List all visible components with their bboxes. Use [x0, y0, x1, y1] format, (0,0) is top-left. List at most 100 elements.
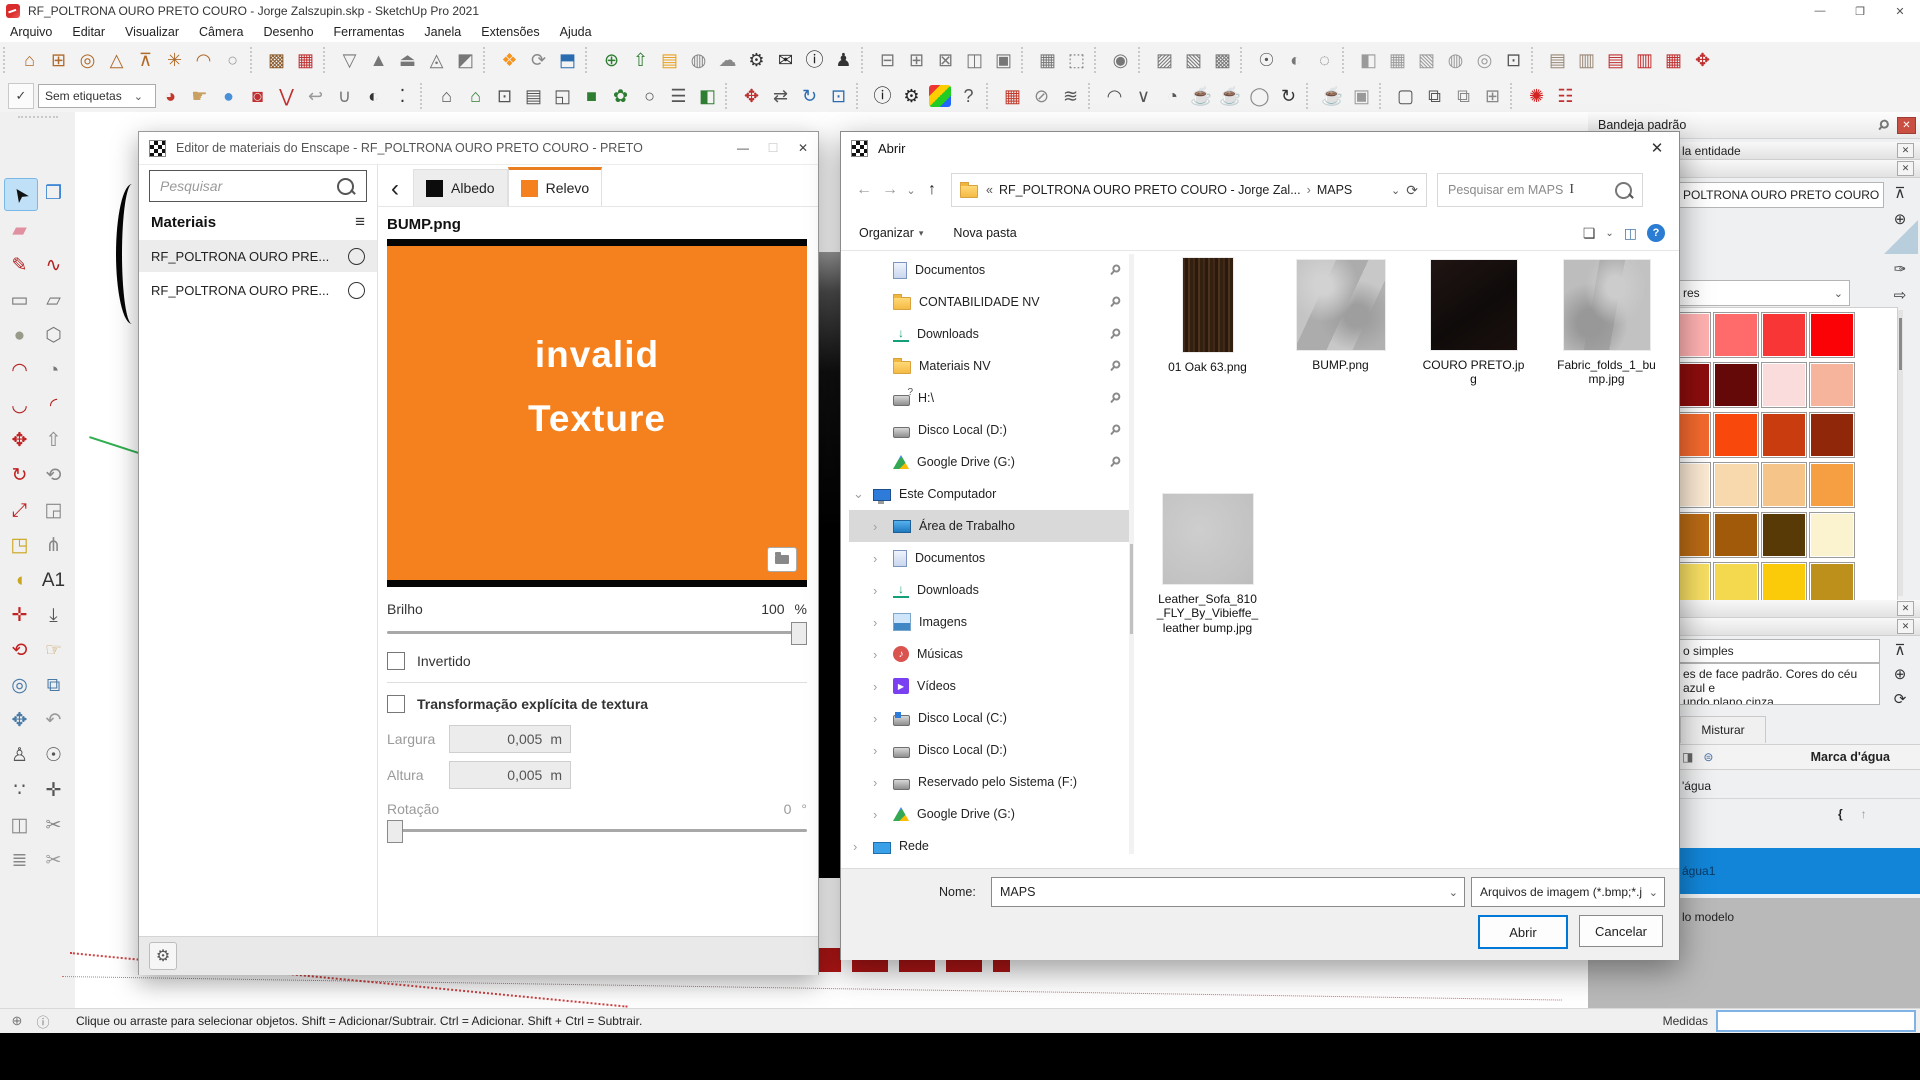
tree-chevron-icon[interactable]: › [873, 679, 889, 694]
maximize-button[interactable]: ❐ [1840, 0, 1880, 22]
grid-icon[interactable]: ▦ [1033, 45, 1062, 75]
menu-item[interactable]: Visualizar [115, 25, 189, 39]
lock-icon[interactable]: ⊞ [1478, 81, 1507, 111]
tree-item[interactable]: › Rede [849, 830, 1131, 862]
grip[interactable] [725, 83, 734, 109]
tree-item[interactable]: H:\ [849, 382, 1131, 414]
grip[interactable] [323, 47, 332, 73]
grip[interactable] [1510, 83, 1519, 109]
tree-scrollbar[interactable] [1129, 254, 1134, 854]
color-swatch[interactable] [1809, 312, 1855, 358]
add-circle-icon[interactable]: ⊕ [597, 45, 626, 75]
section-cuts-icon[interactable]: ⊞ [902, 45, 931, 75]
c-arrow-icon[interactable]: ↻ [1274, 81, 1303, 111]
color-swatch[interactable] [1713, 512, 1759, 558]
teapot-hand-icon[interactable]: ☕ [1216, 81, 1245, 111]
cloud2-icon[interactable]: ◯ [1245, 81, 1274, 111]
tray-close-button[interactable]: ✕ [1897, 117, 1916, 134]
rotation-slider-handle[interactable] [387, 820, 403, 843]
tree-chevron-icon[interactable]: › [873, 615, 889, 630]
help-icon[interactable]: ? [1647, 224, 1665, 242]
red-list-icon[interactable]: ☷ [1551, 81, 1580, 111]
leaf-icon[interactable]: ✿ [606, 81, 635, 111]
minimize-button[interactable]: — [728, 132, 758, 164]
export-arrow-icon[interactable]: ⇨ [1888, 284, 1912, 306]
elevation-icon[interactable]: ▤ [519, 81, 548, 111]
brick-move-icon[interactable]: ✥ [1688, 45, 1717, 75]
tab-albedo[interactable]: Albedo [413, 169, 508, 206]
enscape-logo-icon[interactable]: ❖ [495, 45, 524, 75]
brace-icon[interactable]: { [1838, 807, 1843, 821]
flip-icon[interactable]: ◩ [451, 45, 480, 75]
section-fill-icon[interactable]: ⊠ [931, 45, 960, 75]
color-swatch[interactable] [1809, 512, 1855, 558]
swap-icon[interactable]: ⇄ [766, 81, 795, 111]
history-chevron-icon[interactable]: ⌄ [903, 177, 919, 203]
file-item[interactable]: Leather_Sofa_810_FLY_By_Vibieffe_leather… [1141, 488, 1274, 722]
blue-sphere-icon[interactable]: ● [214, 81, 243, 111]
back-arrow-icon[interactable]: ↩ [301, 81, 330, 111]
browse-texture-button[interactable] [767, 547, 797, 572]
walk-tool[interactable]: ♙ [4, 740, 36, 771]
plan-view-icon[interactable]: ⊞ [44, 45, 73, 75]
geolocation-icon[interactable]: ⊕ [8, 1012, 26, 1030]
tree-item[interactable]: › Músicas [849, 638, 1131, 670]
color-swatch[interactable] [1809, 412, 1855, 458]
zoom-extents-tool[interactable]: ✥ [4, 705, 36, 736]
splash-icon[interactable]: ✺ [1522, 81, 1551, 111]
material-list-item[interactable]: RF_POLTRONA OURO PRE... [139, 274, 377, 306]
text-tool[interactable]: A1 [38, 565, 70, 596]
color-swatch[interactable] [1713, 412, 1759, 458]
watermark-icon-1[interactable]: ◨ [1682, 750, 1693, 764]
menu-item[interactable]: Câmera [189, 25, 253, 39]
section-cut-tool[interactable]: ✂ [38, 810, 70, 841]
brightness-slider-handle[interactable] [791, 622, 807, 645]
menu-item[interactable]: Ajuda [550, 25, 602, 39]
explicit-transform-row[interactable]: Transformação explícita de textura [387, 695, 807, 713]
file-item[interactable]: BUMP.png [1274, 254, 1407, 488]
rectangle-tool[interactable]: ▭ [4, 285, 36, 316]
circle-tool[interactable]: ● [4, 320, 36, 351]
dark-sphere-icon[interactable]: ◐ [359, 81, 388, 111]
teapot-icon[interactable]: ☕ [1187, 81, 1216, 111]
color-swatch[interactable] [1713, 362, 1759, 408]
position-camera-tool[interactable]: ∵ [4, 775, 36, 806]
view-caret-icon[interactable]: ⌄ [1605, 228, 1613, 239]
tree-chevron-icon[interactable]: › [873, 519, 889, 534]
explicit-transform-checkbox[interactable] [387, 695, 405, 713]
tree-item[interactable]: › Downloads [849, 574, 1131, 606]
list-icon[interactable]: ☰ [664, 81, 693, 111]
line-tool[interactable]: ✎ [4, 250, 36, 281]
sphere-pair-icon[interactable]: ◐ [1281, 45, 1310, 75]
zoom-box-icon[interactable]: ⊡ [824, 81, 853, 111]
pyramid-icon[interactable]: ▲ [364, 45, 393, 75]
circle-slash-icon[interactable]: ⊘ [1027, 81, 1056, 111]
grip[interactable] [1138, 47, 1147, 73]
grip[interactable] [1240, 47, 1249, 73]
grip[interactable] [856, 83, 865, 109]
iso-icon[interactable]: ◱ [548, 81, 577, 111]
axes-tool[interactable]: ✛ [4, 600, 36, 631]
material-editor-titlebar[interactable]: Editor de materiais do Enscape - RF_POLT… [139, 132, 818, 165]
width-field[interactable]: 0,005 m [449, 725, 571, 753]
tree-item[interactable]: Documentos [849, 254, 1131, 286]
polygon-tool[interactable]: ⬡ [38, 320, 70, 351]
watermark-icon-2[interactable]: ⊜ [1703, 750, 1713, 764]
cancel-button[interactable]: Cancelar [1579, 915, 1663, 947]
orbit-tool[interactable]: ⟲ [4, 635, 36, 666]
cone-icon[interactable]: △ [102, 45, 131, 75]
tree-item[interactable]: › Reservado pelo Sistema (F:) [849, 766, 1131, 798]
settings-gear-button[interactable]: ⚙ [149, 942, 177, 970]
add-detail-icon[interactable]: ⊼ [1888, 639, 1912, 661]
minimize-button[interactable]: — [1800, 0, 1840, 22]
pan-tool[interactable]: ☞ [38, 635, 70, 666]
color-swatch[interactable] [1761, 412, 1807, 458]
checker-box2-icon[interactable]: ▧ [1412, 45, 1441, 75]
inverted-checkbox[interactable] [387, 652, 405, 670]
frame-icon[interactable]: ⬚ [1062, 45, 1091, 75]
tree-item[interactable]: CONTABILIDADE NV [849, 286, 1131, 318]
sphere-icon[interactable]: ○ [218, 45, 247, 75]
tree-chevron-icon[interactable]: › [873, 775, 889, 790]
plan-icon[interactable]: ⊡ [490, 81, 519, 111]
color-swatch[interactable] [1713, 462, 1759, 508]
